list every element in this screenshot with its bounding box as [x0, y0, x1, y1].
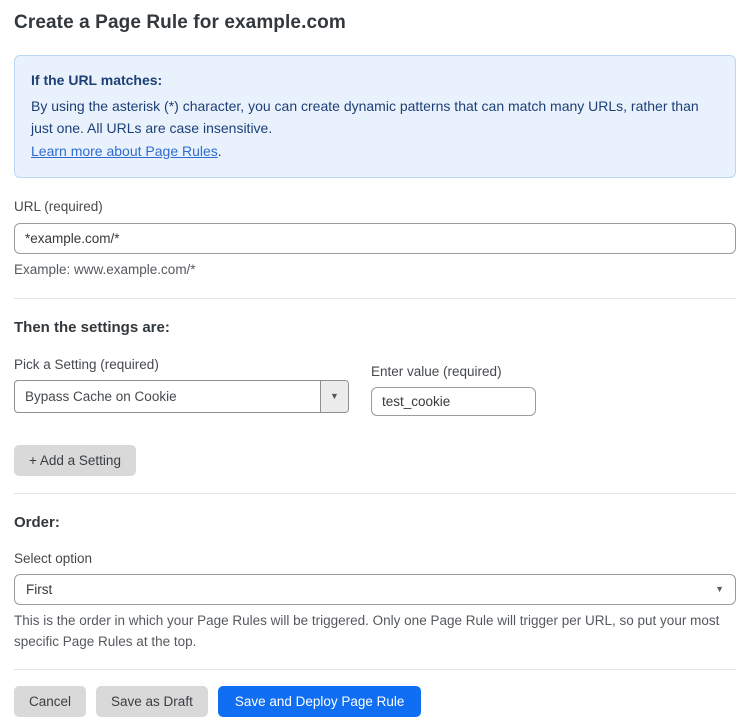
settings-section-heading: Then the settings are: — [14, 319, 736, 336]
order-select-dropdown[interactable]: First ▼ — [14, 574, 736, 605]
setting-value-column: Enter value (required) — [371, 364, 536, 416]
order-select-label: Select option — [14, 551, 736, 566]
url-example-helper: Example: www.example.com/* — [14, 260, 736, 281]
footer-actions: Cancel Save as Draft Save and Deploy Pag… — [14, 686, 736, 717]
url-field-label: URL (required) — [14, 199, 736, 214]
save-as-draft-button[interactable]: Save as Draft — [96, 686, 208, 717]
setting-picker-dropdown[interactable]: Bypass Cache on Cookie ▼ — [14, 380, 349, 413]
divider — [14, 493, 736, 494]
info-box-body: By using the asterisk (*) character, you… — [31, 95, 719, 140]
save-and-deploy-button[interactable]: Save and Deploy Page Rule — [218, 686, 422, 717]
info-box-link-line: Learn more about Page Rules. — [31, 140, 719, 163]
url-match-info-box: If the URL matches: By using the asteris… — [14, 55, 736, 178]
order-selected-value: First — [26, 582, 52, 597]
cancel-button[interactable]: Cancel — [14, 686, 86, 717]
learn-more-link[interactable]: Learn more about Page Rules — [31, 143, 218, 159]
setting-picker-selected-value: Bypass Cache on Cookie — [15, 381, 320, 412]
order-section-heading: Order: — [14, 514, 736, 531]
chevron-down-icon: ▼ — [715, 584, 724, 594]
chevron-down-icon: ▼ — [330, 391, 339, 401]
divider — [14, 669, 736, 670]
info-box-body-text: By using the asterisk (*) character, you… — [31, 98, 699, 137]
page-title: Create a Page Rule for example.com — [14, 12, 736, 34]
setting-value-input[interactable] — [371, 387, 536, 416]
link-suffix: . — [218, 143, 222, 159]
create-page-rule-form: Create a Page Rule for example.com If th… — [0, 0, 750, 717]
setting-row: Pick a Setting (required) Bypass Cache o… — [14, 357, 736, 416]
setting-picker-arrow-button[interactable]: ▼ — [320, 381, 348, 412]
order-helper-text: This is the order in which your Page Rul… — [14, 611, 736, 653]
add-setting-button[interactable]: + Add a Setting — [14, 445, 136, 476]
setting-picker-label: Pick a Setting (required) — [14, 357, 349, 372]
setting-picker-column: Pick a Setting (required) Bypass Cache o… — [14, 357, 349, 413]
setting-value-label: Enter value (required) — [371, 364, 536, 379]
divider — [14, 298, 736, 299]
info-box-heading: If the URL matches: — [31, 69, 719, 92]
url-input[interactable] — [14, 223, 736, 254]
